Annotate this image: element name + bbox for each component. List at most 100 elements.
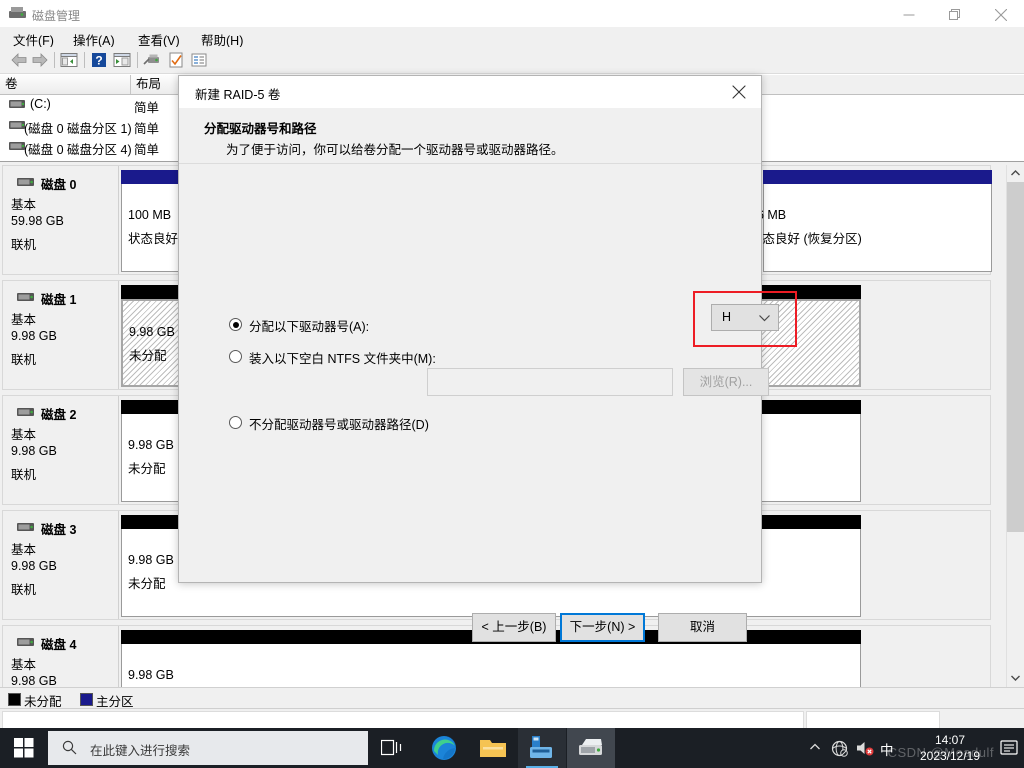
- menubar: 文件(F) 操作(A) 查看(V) 帮助(H): [0, 27, 1024, 48]
- disk-status: 联机: [11, 583, 37, 597]
- dialog-close-button[interactable]: [717, 76, 761, 108]
- volume-icon: [9, 121, 25, 129]
- legend-swatch-primary: [80, 693, 93, 706]
- file-explorer-button[interactable]: [469, 728, 517, 768]
- edge-browser-button[interactable]: [420, 728, 468, 768]
- disk-icon: [17, 178, 34, 186]
- minimize-button[interactable]: [886, 0, 932, 30]
- scroll-down-arrow[interactable]: [1007, 670, 1024, 687]
- rescan-disks-icon[interactable]: [143, 51, 161, 69]
- toolbar: ?: [0, 47, 1024, 74]
- dialog-heading: 分配驱动器号和路径: [204, 122, 317, 136]
- partition-block[interactable]: 16 MB 状态良好 (恢复分区): [750, 170, 992, 272]
- volume-name: (磁盘 0 磁盘分区 4): [24, 143, 132, 157]
- partition-status: 状态良好: [128, 232, 179, 246]
- graphical-view-scrollbar[interactable]: [1006, 165, 1024, 687]
- properties-icon[interactable]: [113, 51, 131, 69]
- dialog-titlebar: 新建 RAID-5 卷: [179, 76, 761, 108]
- disk-status: 联机: [11, 353, 37, 367]
- dialog-header: 分配驱动器号和路径 为了便于访问，你可以给卷分配一个驱动器号或驱动器路径。: [179, 108, 761, 164]
- taskbar-search-box[interactable]: 在此键入进行搜索: [48, 731, 368, 765]
- drive-letter-select[interactable]: H: [711, 304, 779, 331]
- show-hidden-icons-chevron[interactable]: [808, 740, 822, 754]
- radio-label: 不分配驱动器号或驱动器路径(D): [249, 418, 429, 432]
- window-titlebar: 磁盘管理: [0, 0, 1024, 30]
- action-center-icon[interactable]: [998, 738, 1020, 758]
- maximize-button[interactable]: [932, 0, 978, 30]
- volume-muted-icon[interactable]: [856, 740, 874, 756]
- disk-type: 基本: [11, 658, 37, 672]
- search-placeholder: 在此键入进行搜索: [90, 744, 191, 758]
- partition-color-cap: [121, 170, 181, 184]
- window-title: 磁盘管理: [32, 9, 81, 23]
- disk-title: 磁盘 1: [41, 293, 77, 307]
- column-header-volume[interactable]: 卷: [0, 75, 131, 94]
- scrollbar-thumb[interactable]: [1007, 182, 1024, 532]
- toolbar-separator: [137, 52, 138, 68]
- disk-title: 磁盘 4: [41, 638, 77, 652]
- start-button[interactable]: [0, 728, 48, 768]
- disk-status: 联机: [11, 468, 37, 482]
- disk-size: 9.98 GB: [11, 674, 57, 687]
- partition-status: 状态良好 (恢复分区): [750, 232, 862, 246]
- volume-icon: [9, 142, 25, 150]
- radio-label: 分配以下驱动器号(A):: [249, 320, 370, 334]
- help-icon[interactable]: ?: [90, 51, 108, 69]
- taskbar: 在此键入进行搜索 中 14:07 2023/12/19 CSDN @Meadul…: [0, 728, 1024, 768]
- disk-info-panel: 磁盘 3 基本 9.98 GB 联机: [3, 511, 119, 619]
- partition-status: 未分配: [128, 462, 166, 476]
- disk-icon: [17, 523, 34, 531]
- status-strip: [0, 708, 1024, 729]
- partition-body: 16 MB 状态良好 (恢复分区): [750, 184, 992, 272]
- disk-icon: [17, 638, 34, 646]
- forward-arrow-icon[interactable]: [31, 51, 49, 69]
- radio-label: 装入以下空白 NTFS 文件夹中(M):: [249, 352, 436, 366]
- chevron-down-icon: [759, 315, 770, 322]
- task-view-button[interactable]: [368, 728, 416, 768]
- partition-size: 9.98 GB: [129, 325, 175, 339]
- watermark: CSDN @Meadulf: [887, 745, 994, 760]
- volume-name: (磁盘 0 磁盘分区 1): [24, 122, 132, 136]
- network-disconnected-icon[interactable]: [831, 740, 848, 757]
- check-icon[interactable]: [167, 51, 185, 69]
- scroll-up-arrow[interactable]: [1007, 165, 1024, 182]
- new-raid5-volume-dialog: 新建 RAID-5 卷 分配驱动器号和路径 为了便于访问，你可以给卷分配一个驱动…: [178, 75, 797, 642]
- svg-text:?: ?: [95, 54, 102, 68]
- disk-info-panel: 磁盘 4 基本 9.98 GB 联机: [3, 626, 119, 687]
- volume-layout: 简单: [134, 101, 160, 115]
- partition-size: 9.98 GB: [128, 438, 174, 452]
- disk-icon: [17, 293, 34, 301]
- partition-size: 9.98 GB: [128, 553, 174, 567]
- partition-body: 9.98 GB 未分配: [121, 644, 861, 687]
- disk-status: 联机: [11, 238, 37, 252]
- back-button[interactable]: < 上一步(B): [472, 613, 556, 642]
- partition-size: 9.98 GB: [128, 668, 174, 682]
- next-button[interactable]: 下一步(N) >: [560, 613, 645, 642]
- toolbar-separator: [54, 52, 55, 68]
- cancel-button[interactable]: 取消: [658, 613, 747, 642]
- search-icon: [62, 740, 77, 755]
- disk-size: 9.98 GB: [11, 559, 57, 573]
- disk-info-panel: 磁盘 0 基本 59.98 GB 联机: [3, 166, 119, 274]
- volume-layout: 简单: [134, 143, 160, 157]
- disk-management-button[interactable]: [567, 728, 615, 768]
- back-arrow-icon[interactable]: [10, 51, 28, 69]
- dialog-body: 分配以下驱动器号(A): 装入以下空白 NTFS 文件夹中(M): 不分配驱动器…: [179, 164, 761, 521]
- disk-title: 磁盘 3: [41, 523, 77, 537]
- disk-type: 基本: [11, 543, 37, 557]
- close-button[interactable]: [978, 0, 1024, 30]
- volume-name: (C:): [30, 97, 51, 111]
- legend: 未分配 主分区: [0, 687, 1024, 710]
- disk-size: 9.98 GB: [11, 329, 57, 343]
- blue-app-button[interactable]: [518, 728, 566, 768]
- radio-indicator: [229, 416, 242, 429]
- radio-indicator: [229, 350, 242, 363]
- list-view-icon[interactable]: [190, 51, 208, 69]
- browse-button[interactable]: 浏览(R)...: [683, 368, 769, 396]
- disk-type: 基本: [11, 428, 37, 442]
- disk-drive-icon: [9, 7, 26, 18]
- legend-swatch-unallocated: [8, 693, 21, 706]
- mount-folder-input[interactable]: [427, 368, 673, 396]
- show-hide-console-tree-icon[interactable]: [60, 51, 78, 69]
- partition-block[interactable]: 100 MB 状态良好: [121, 170, 181, 272]
